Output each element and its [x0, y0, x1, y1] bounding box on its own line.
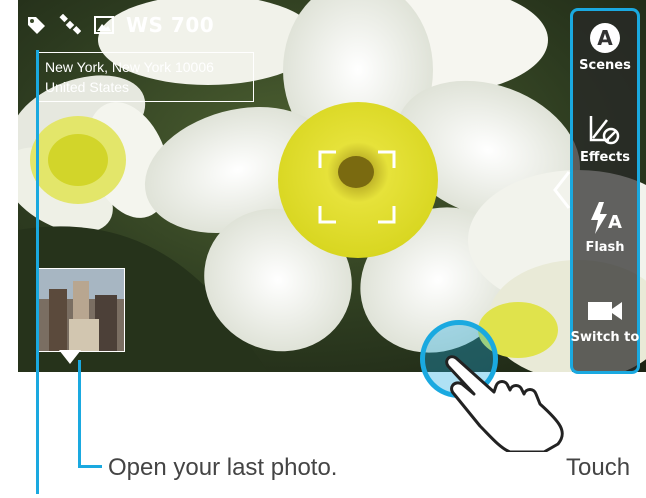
callout-line-status [36, 50, 39, 494]
location-line-1: New York, New York 10006 [45, 59, 214, 75]
callout-line-thumbnail [78, 360, 81, 468]
resolution-label: WS 700 [126, 13, 215, 37]
satellite-icon [58, 13, 82, 37]
callout-line-thumbnail-h [78, 465, 102, 468]
panel-collapse-chevron-icon[interactable] [551, 170, 571, 210]
location-line-2: United States [45, 79, 130, 95]
switch-to-label: Switch to [570, 330, 640, 345]
touch-caption: Touch [566, 454, 631, 481]
scenes-label: Scenes [579, 58, 631, 73]
flash-label: Flash [585, 240, 625, 255]
effects-button[interactable]: Effects [572, 112, 638, 165]
video-camera-icon [588, 302, 622, 320]
thumbnail-image [39, 269, 124, 351]
effects-icon [589, 116, 620, 145]
tag-icon [24, 13, 48, 37]
flash-auto-icon: A [591, 202, 622, 234]
scenes-auto-icon: A [590, 23, 620, 53]
open-last-photo-caption: Open your last photo. [108, 454, 338, 481]
focus-frame [318, 150, 396, 224]
camera-status-bar: WS 700 [24, 8, 214, 42]
svg-text:A: A [608, 212, 622, 233]
last-photo-thumbnail[interactable] [38, 268, 125, 352]
effects-label: Effects [580, 150, 630, 165]
switch-to-video-button[interactable]: Switch to [570, 296, 640, 345]
touch-hand-icon [445, 355, 564, 452]
flash-button[interactable]: A Flash [572, 200, 638, 255]
scenes-button[interactable]: A Scenes [572, 22, 638, 73]
location-label: New York, New York 10006 United States [38, 52, 254, 102]
image-icon [92, 13, 116, 37]
svg-text:A: A [597, 26, 613, 50]
